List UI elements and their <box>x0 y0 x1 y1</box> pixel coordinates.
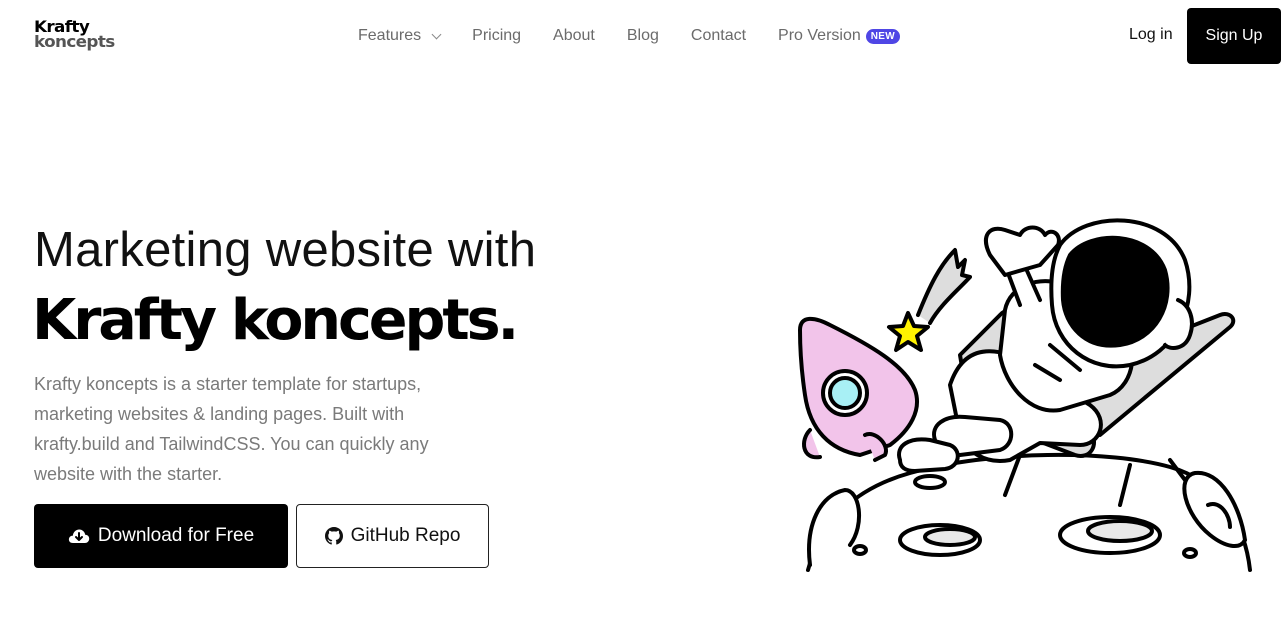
hero-brand-headline: Krafty koncepts. <box>32 288 519 353</box>
github-icon <box>324 527 343 545</box>
login-link[interactable]: Log in <box>1129 26 1173 44</box>
github-button-label: GitHub Repo <box>350 525 461 546</box>
download-button[interactable]: Download for Free <box>34 504 288 568</box>
brand-line2: koncepts <box>34 32 115 51</box>
nav-item-blog[interactable]: Blog <box>627 27 659 45</box>
nav-item-label: About <box>553 27 595 44</box>
nav-item-pro-version[interactable]: Pro Version NEW <box>778 27 900 45</box>
site-header: Krafty koncepts Features Pricing About B… <box>0 0 1287 72</box>
chevron-down-icon <box>431 29 442 39</box>
nav-item-label: Features <box>358 27 422 44</box>
download-button-label: Download for Free <box>97 525 255 546</box>
nav-item-about[interactable]: About <box>553 27 595 45</box>
hero-description: Krafty koncepts is a starter template fo… <box>34 374 429 484</box>
nav-item-label: Pro Version <box>778 27 861 44</box>
nav-item-contact[interactable]: Contact <box>691 27 746 45</box>
new-badge: NEW <box>865 28 900 44</box>
github-repo-button[interactable]: GitHub Repo <box>296 504 489 568</box>
brand-logo[interactable]: Krafty koncepts <box>34 19 115 50</box>
cloud-download-icon <box>68 528 90 544</box>
nav-item-label: Contact <box>690 27 747 44</box>
hero-headline: Marketing website with <box>34 223 537 277</box>
main-nav: Features Pricing About Blog Contact Pro … <box>358 26 932 46</box>
nav-item-label: Blog <box>626 27 659 44</box>
astronaut-illustration <box>798 218 1252 572</box>
nav-item-label: Pricing <box>472 27 522 44</box>
nav-item-pricing[interactable]: Pricing <box>472 27 521 45</box>
nav-item-features[interactable]: Features <box>358 27 442 45</box>
signup-button[interactable]: Sign Up <box>1187 8 1281 64</box>
